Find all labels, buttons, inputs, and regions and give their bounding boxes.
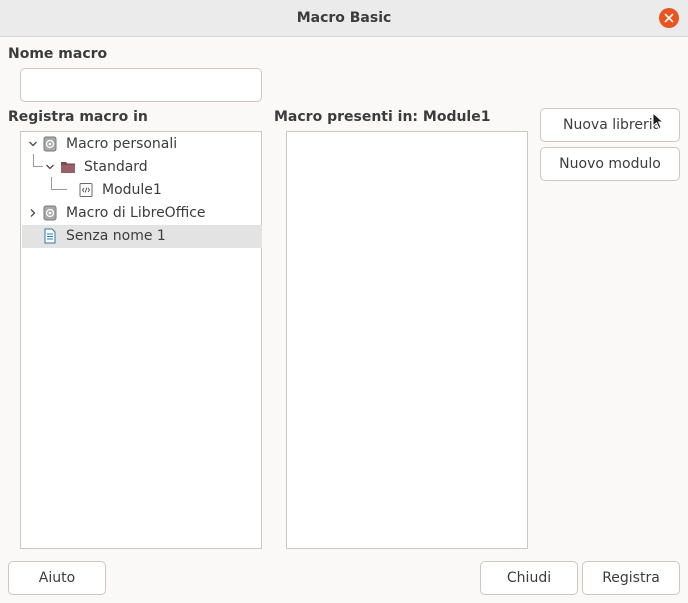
title-bar: Macro Basic <box>0 0 688 37</box>
chevron-right-icon[interactable] <box>26 206 40 220</box>
close-icon <box>664 13 674 23</box>
existing-macros-list[interactable] <box>286 131 528 549</box>
close-button[interactable]: Chiudi <box>480 561 578 595</box>
macro-name-input[interactable] <box>20 68 262 102</box>
mouse-pointer-icon <box>652 112 664 130</box>
window-title: Macro Basic <box>296 10 392 26</box>
help-button[interactable]: Aiuto <box>8 561 106 595</box>
tree-item-label: Macro di LibreOffice <box>66 205 206 221</box>
new-module-button[interactable]: Nuovo modulo <box>540 147 680 181</box>
module-code-icon <box>78 182 94 198</box>
tree-item-macro-libreoffice[interactable]: Macro di LibreOffice <box>22 202 262 225</box>
record-in-label: Registra macro in <box>8 109 148 125</box>
tree-item-label: Macro personali <box>66 136 178 152</box>
window-close-button[interactable] <box>659 8 679 28</box>
tree-item-standard[interactable]: Standard <box>22 156 262 179</box>
library-tree[interactable]: Macro personali Standard Module1 Macro d… <box>20 131 262 549</box>
library-folder-icon <box>60 159 76 175</box>
chevron-down-icon[interactable] <box>26 137 40 151</box>
document-icon <box>42 228 58 244</box>
tree-item-senza-nome-1[interactable]: Senza nome 1 <box>22 225 262 248</box>
tree-item-label: Module1 <box>102 182 162 198</box>
tree-item-label: Senza nome 1 <box>66 228 166 244</box>
existing-macros-label: Macro presenti in: Module1 <box>274 109 491 125</box>
tree-item-label: Standard <box>84 159 148 175</box>
macro-container-icon <box>42 205 58 221</box>
tree-item-macro-personali[interactable]: Macro personali <box>22 133 262 156</box>
macro-name-label: Nome macro <box>8 46 108 62</box>
tree-item-module1[interactable]: Module1 <box>22 179 262 202</box>
record-button[interactable]: Registra <box>582 561 680 595</box>
chevron-down-icon[interactable] <box>43 160 57 174</box>
macro-container-icon <box>42 136 58 152</box>
